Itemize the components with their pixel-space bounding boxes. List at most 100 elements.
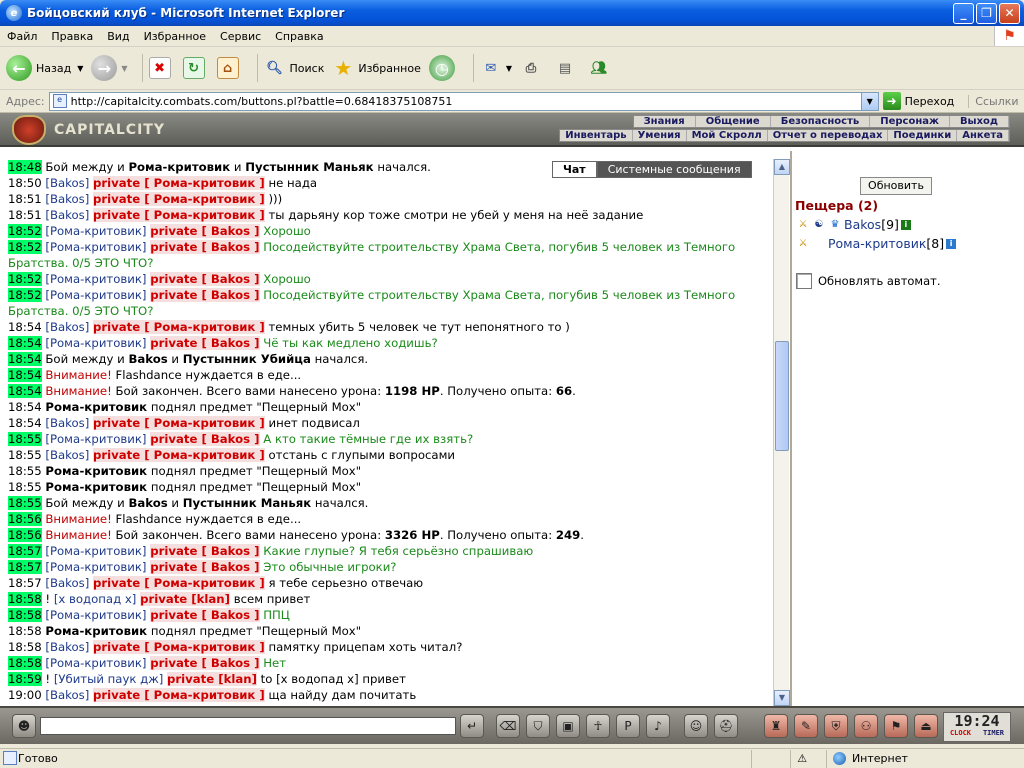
private-tag[interactable]: private [ Bakos ] — [150, 608, 260, 622]
menu-tools[interactable]: Сервис — [213, 30, 268, 43]
chat-username[interactable]: [Рома-критовик] — [45, 544, 146, 558]
chat-timestamp[interactable]: 18:58 — [8, 640, 42, 654]
nav-knowledge[interactable]: Знания — [634, 116, 696, 127]
chat-timestamp[interactable]: 18:54 — [8, 400, 42, 414]
chat-username[interactable]: [Рома-критовик] — [45, 608, 146, 622]
chat-username[interactable]: [Рома-критовик] — [45, 432, 146, 446]
edit-button[interactable]: ▤ — [554, 57, 580, 79]
private-tag[interactable]: private [ Рома-критовик ] — [93, 192, 265, 206]
private-tag[interactable]: private [ Bakos ] — [150, 560, 260, 574]
chat-timestamp[interactable]: 18:58 — [8, 656, 42, 670]
maximize-button[interactable]: ❐ — [976, 2, 997, 24]
chat-timestamp[interactable]: 18:55 — [8, 464, 42, 478]
chat-username[interactable]: [Рома-критовик] — [45, 224, 146, 238]
chat-username[interactable]: [Bakos] — [45, 448, 89, 462]
attack-icon[interactable]: ⚔ — [796, 218, 810, 231]
print-button[interactable]: ⎙ — [520, 57, 546, 79]
tab-system-messages[interactable]: Системные сообщения — [596, 161, 752, 178]
scroll-icon[interactable]: ✎ — [794, 714, 818, 738]
messenger-button[interactable]: 👥︎ — [588, 57, 614, 79]
nav-character[interactable]: Персонаж — [870, 116, 950, 127]
private-tag[interactable]: private [ Рома-критовик ] — [93, 688, 265, 702]
player-row[interactable]: ⚔ ☯ ♛ Bakos [9] i — [796, 217, 911, 232]
shield-icon[interactable]: ⛨ — [824, 714, 848, 738]
nav-battles[interactable]: Поединки — [888, 130, 958, 141]
mail-dropdown-icon[interactable]: ▼ — [506, 64, 512, 73]
chat-scrollbar[interactable]: ▲ ▼ — [773, 159, 790, 706]
chat-timestamp[interactable]: 18:57 — [8, 560, 42, 574]
chat-timestamp[interactable]: 18:51 — [8, 208, 42, 222]
bag-icon[interactable]: ♜ — [764, 714, 788, 738]
timer-label[interactable]: TIMER — [983, 729, 1004, 737]
tab-chat[interactable]: Чат — [552, 161, 597, 178]
private-tag[interactable]: private [ Bakos ] — [150, 432, 260, 446]
send-icon[interactable]: ↵ — [460, 714, 484, 738]
nav-communication[interactable]: Общение — [696, 116, 771, 127]
chat-timestamp[interactable]: 18:56 — [8, 512, 42, 526]
privacy-icon[interactable]: ⚠ — [790, 749, 826, 768]
menu-view[interactable]: Вид — [100, 30, 136, 43]
nav-exit[interactable]: Выход — [950, 116, 1009, 127]
chat-timestamp[interactable]: 18:54 — [8, 336, 42, 350]
address-dropdown-icon[interactable]: ▼ — [860, 92, 878, 110]
chat-timestamp[interactable]: 18:58 — [8, 624, 42, 638]
info-icon[interactable]: i — [946, 238, 957, 249]
chat-username[interactable]: [Рома-критовик] — [45, 560, 146, 574]
chat-username[interactable]: [Bakos] — [45, 576, 89, 590]
private-tag[interactable]: private [ Bakos ] — [150, 272, 260, 286]
chat-timestamp[interactable]: 18:52 — [8, 240, 42, 254]
chat-timestamp[interactable]: 18:52 — [8, 288, 42, 302]
chat-timestamp[interactable]: 18:55 — [8, 496, 42, 510]
private-tag[interactable]: private [ Рома-критовик ] — [93, 416, 265, 430]
chat-timestamp[interactable]: 18:54 — [8, 320, 42, 334]
chat-username[interactable]: [Убитый паук дж] — [54, 672, 164, 686]
menu-favorites[interactable]: Избранное — [137, 30, 213, 43]
private-tag[interactable]: private [klan] — [140, 592, 230, 606]
back-dropdown-icon[interactable]: ▼ — [77, 64, 83, 73]
chat-timestamp[interactable]: 18:48 — [8, 160, 42, 174]
chat-username[interactable]: [Рома-критовик] — [45, 240, 146, 254]
smile-icon[interactable]: ☺ — [684, 714, 708, 738]
nav-transfer-report[interactable]: Отчет о переводах — [768, 130, 889, 141]
refresh-players-button[interactable]: Обновить — [860, 177, 932, 195]
auto-refresh-option[interactable]: Обновлять автомат. — [796, 273, 941, 289]
scroll-thumb[interactable] — [775, 341, 789, 451]
group-icon[interactable]: ⚇ — [854, 714, 878, 738]
private-tag[interactable]: private [klan] — [167, 672, 257, 686]
helmet-icon[interactable]: ⛑ — [714, 714, 738, 738]
chat-username[interactable]: [Bakos] — [45, 688, 89, 702]
chat-timestamp[interactable]: 18:54 — [8, 416, 42, 430]
nav-my-scroll[interactable]: Мой Скролл — [687, 130, 768, 141]
eraser-icon[interactable]: ⌫ — [496, 714, 520, 738]
menu-edit[interactable]: Правка — [44, 30, 100, 43]
chat-username[interactable]: [Bakos] — [45, 640, 89, 654]
nav-inventory[interactable]: Инвентарь — [560, 130, 633, 141]
private-tag[interactable]: private [ Рома-критовик ] — [93, 208, 265, 222]
home-button[interactable]: ⌂ — [216, 57, 243, 79]
security-zone[interactable]: Интернет — [825, 749, 1024, 768]
window-titlebar[interactable]: e Бойцовский клуб - Microsoft Internet E… — [0, 0, 1024, 26]
private-tag[interactable]: private [ Рома-критовик ] — [93, 448, 265, 462]
attack-icon[interactable]: ⚔ — [796, 237, 810, 250]
private-tag[interactable]: private [ Bakos ] — [150, 288, 260, 302]
chat-timestamp[interactable]: 18:56 — [8, 528, 42, 542]
chat-timestamp[interactable]: 18:52 — [8, 272, 42, 286]
links-button[interactable]: Ссылки — [968, 94, 1019, 108]
stop-button[interactable]: ✖ — [148, 57, 175, 79]
nav-profile[interactable]: Анкета — [957, 130, 1009, 141]
nav-security[interactable]: Безопасность — [771, 116, 871, 127]
chat-username[interactable]: [Рома-критовик] — [45, 272, 146, 286]
menu-file[interactable]: Файл — [0, 30, 44, 43]
minimize-button[interactable]: _ — [953, 2, 974, 24]
chat-timestamp[interactable]: 18:52 — [8, 224, 42, 238]
go-button[interactable]: ➜ Переход — [882, 92, 954, 110]
chat-username[interactable]: [Bakos] — [45, 176, 89, 190]
chat-username[interactable]: [Рома-критовик] — [45, 656, 146, 670]
search-button[interactable]: 🔍︎ Поиск — [264, 57, 324, 79]
private-tag[interactable]: private [ Рома-критовик ] — [93, 640, 265, 654]
chat-log[interactable]: 18:48 Бой между и Рома-критовик и Пустын… — [8, 159, 773, 706]
scroll-up-icon[interactable]: ▲ — [774, 159, 790, 175]
clock-label[interactable]: CLOCK — [950, 729, 971, 737]
back-button[interactable]: ← Назад ▼ — [6, 55, 83, 81]
private-tag[interactable]: private [ Рома-критовик ] — [93, 176, 265, 190]
